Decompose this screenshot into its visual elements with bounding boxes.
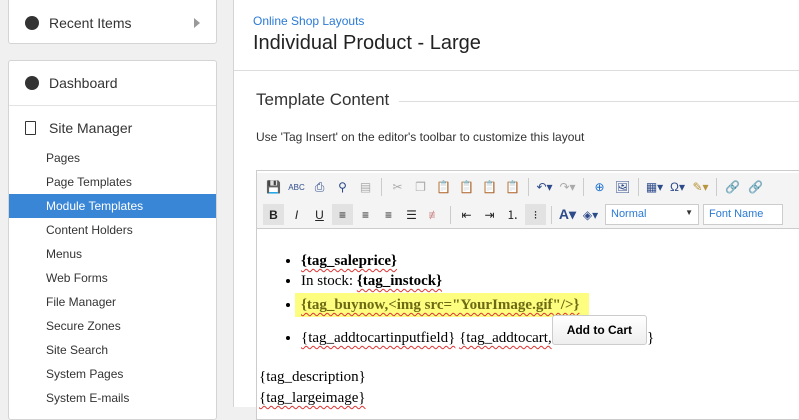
insert-icon[interactable]: ⊕: [589, 177, 610, 198]
font-select[interactable]: Font Name: [703, 204, 783, 225]
strikethrough-icon[interactable]: ≢: [424, 204, 445, 225]
save-icon[interactable]: 💾: [263, 177, 284, 198]
bullet-list-icon[interactable]: ⁝: [525, 204, 546, 225]
saleprice-tag: {tag_saleprice}: [301, 253, 397, 269]
clock-icon: [25, 16, 39, 30]
format-brush-icon[interactable]: ✎▾: [690, 177, 711, 198]
section-description: Use 'Tag Insert' on the editor's toolbar…: [256, 130, 585, 144]
select-all-icon[interactable]: ▤: [355, 177, 376, 198]
divider: [234, 70, 799, 71]
sidebar-item-site-manager[interactable]: Site Manager: [9, 106, 216, 150]
image-icon[interactable]: 🖼: [612, 177, 633, 198]
recent-items-panel[interactable]: Recent Items: [8, 0, 217, 44]
sidebar-item-module-templates[interactable]: Module Templates: [9, 194, 216, 218]
breadcrumb[interactable]: Online Shop Layouts: [253, 14, 364, 28]
rich-text-editor: 💾 ABC ⎙ ⚲ ▤ ✂ ❐ 📋 📋 📋 📋 ↶▾ ↷▾ ⊕ 🖼 ▦▾ Ω▾ …: [256, 170, 799, 420]
find-icon[interactable]: ⚲: [332, 177, 353, 198]
sidebar-item-system-pages[interactable]: System Pages: [9, 362, 216, 386]
sidebar-item-secure-zones[interactable]: Secure Zones: [9, 314, 216, 338]
link-icon[interactable]: 🔗: [722, 177, 743, 198]
editor-content[interactable]: {tag_saleprice} In stock: {tag_instock} …: [259, 229, 799, 419]
editor-toolbar-row-1: 💾 ABC ⎙ ⚲ ▤ ✂ ❐ 📋 📋 📋 📋 ↶▾ ↷▾ ⊕ 🖼 ▦▾ Ω▾ …: [257, 173, 799, 201]
addtocart-tag: {tag_addtocart,: [459, 330, 552, 346]
dashboard-icon: [25, 76, 39, 90]
italic-icon[interactable]: I: [286, 204, 307, 225]
list-item: {tag_saleprice}: [301, 251, 799, 271]
site-nav: Dashboard Site Manager Pages Page Templa…: [8, 60, 217, 420]
underline-icon[interactable]: U: [309, 204, 330, 225]
indent-icon[interactable]: ⇥: [479, 204, 500, 225]
chevron-right-icon[interactable]: [194, 18, 200, 28]
align-center-icon[interactable]: ≡: [355, 204, 376, 225]
special-char-icon[interactable]: Ω▾: [667, 177, 688, 198]
paste-html-icon[interactable]: 📋: [502, 177, 523, 198]
description-tag: {tag_description}: [259, 369, 366, 385]
sidebar-item-site-search[interactable]: Site Search: [9, 338, 216, 362]
print-icon[interactable]: ⎙: [309, 177, 330, 198]
sidebar-item-file-manager[interactable]: File Manager: [9, 290, 216, 314]
format-select[interactable]: Normal ▼: [605, 204, 699, 225]
add-to-cart-button[interactable]: Add to Cart: [551, 315, 648, 345]
table-icon[interactable]: ▦▾: [644, 177, 665, 198]
sidebar-item-system-emails[interactable]: System E-mails: [9, 386, 216, 410]
font-select-value: Font Name: [709, 208, 764, 220]
page-title: Individual Product - Large: [253, 32, 481, 54]
document-icon: [25, 121, 36, 135]
main-panel: Online Shop Layouts Individual Product -…: [233, 0, 799, 420]
bold-icon[interactable]: B: [263, 204, 284, 225]
copy-icon[interactable]: ❐: [410, 177, 431, 198]
sidebar-item-dashboard[interactable]: Dashboard: [9, 61, 216, 105]
instock-label: In stock:: [301, 273, 357, 289]
paste-icon[interactable]: 📋: [433, 177, 454, 198]
unlink-icon[interactable]: 🔗: [745, 177, 766, 198]
site-manager-label: Site Manager: [49, 120, 133, 136]
instock-tag: {tag_instock}: [356, 273, 442, 289]
list-item: {tag_addtocartinputfield} {tag_addtocart…: [301, 315, 799, 353]
list-item: In stock: {tag_instock}: [301, 271, 799, 291]
buynow-tag-selected: {tag_buynow,<img src="YourImage.gif"/>}: [295, 293, 590, 317]
recent-items-label: Recent Items: [49, 15, 132, 31]
sidebar-item-web-forms[interactable]: Web Forms: [9, 266, 216, 290]
editor-toolbar-row-2: B I U ≡ ≡ ≡ ☰ ≢ ⇤ ⇥ ⒈ ⁝ A▾ ◈▾ Normal ▼ Fo…: [257, 201, 799, 229]
font-color-icon[interactable]: A▾: [557, 204, 578, 225]
sidebar-item-pages[interactable]: Pages: [9, 146, 216, 170]
align-left-icon[interactable]: ≡: [332, 204, 353, 225]
ordered-list-icon[interactable]: ⒈: [502, 204, 523, 225]
paste-word-icon[interactable]: 📋: [456, 177, 477, 198]
dashboard-label: Dashboard: [49, 75, 118, 91]
undo-icon[interactable]: ↶▾: [534, 177, 555, 198]
largeimage-tag: {tag_largeimage}: [259, 390, 366, 406]
justify-icon[interactable]: ☰: [401, 204, 422, 225]
cut-icon[interactable]: ✂: [387, 177, 408, 198]
sidebar-item-page-templates[interactable]: Page Templates: [9, 170, 216, 194]
sidebar-item-content-holders[interactable]: Content Holders: [9, 218, 216, 242]
redo-icon[interactable]: ↷▾: [557, 177, 578, 198]
format-select-value: Normal: [611, 208, 647, 220]
addtocart-field-tag: {tag_addtocartinputfield}: [301, 330, 456, 346]
addtocart-tag-close: }: [647, 330, 655, 346]
highlight-color-icon[interactable]: ◈▾: [580, 204, 601, 225]
list-item: {tag_buynow,<img src="YourImage.gif"/>}: [295, 293, 799, 317]
align-right-icon[interactable]: ≡: [378, 204, 399, 225]
spellcheck-icon[interactable]: ABC: [286, 177, 307, 198]
paste-text-icon[interactable]: 📋: [479, 177, 500, 198]
section-title: Template Content: [256, 90, 400, 110]
sidebar-item-menus[interactable]: Menus: [9, 242, 216, 266]
outdent-icon[interactable]: ⇤: [456, 204, 477, 225]
